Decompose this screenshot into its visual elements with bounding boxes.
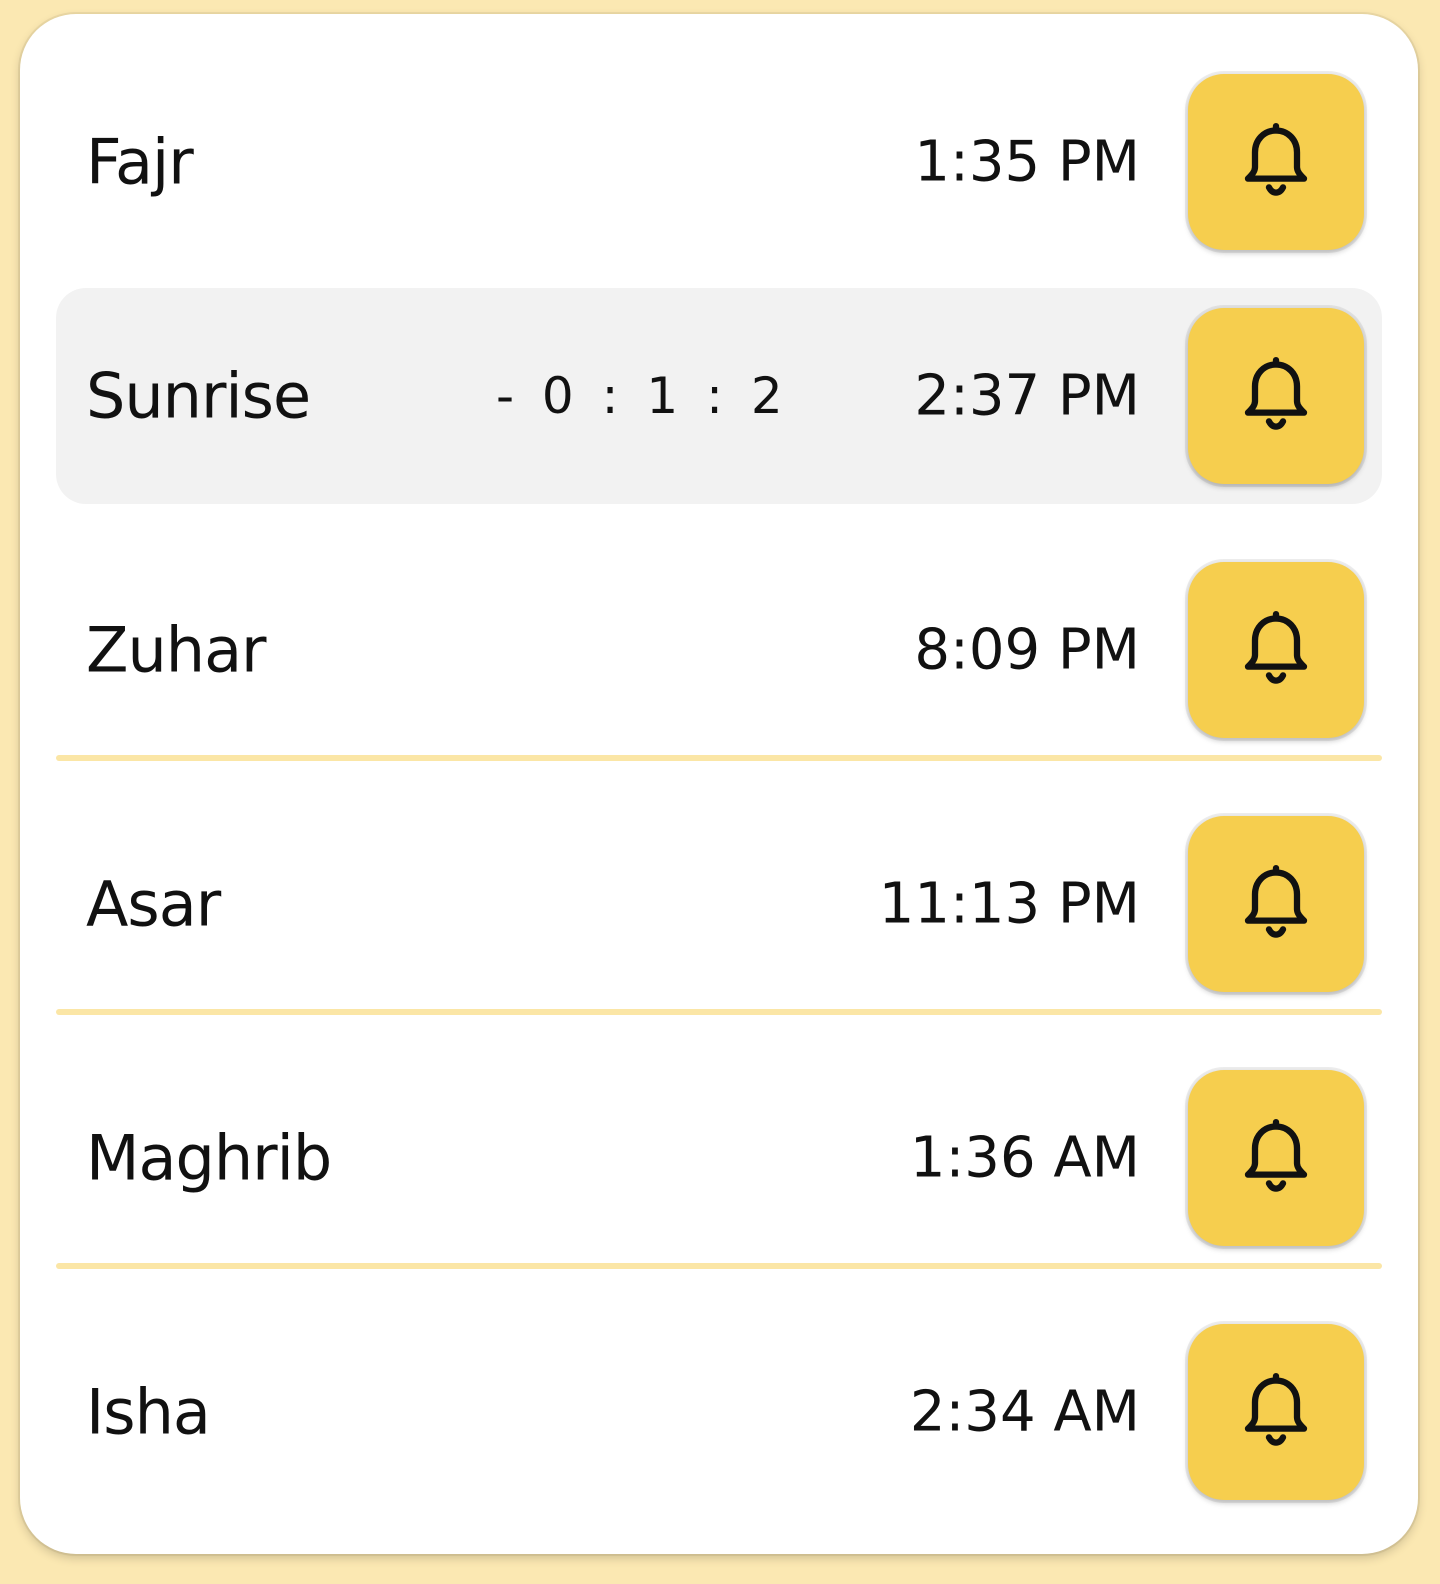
prayer-time: 1:35 PM [914,129,1140,195]
prayer-row-asar: Asar 11:13 PM [56,796,1382,1015]
notification-toggle-button-zuhar[interactable] [1188,562,1364,738]
prayer-times-card: Fajr 1:35 PM Sunrise - 0 : 1 : 2 2:37 PM… [20,14,1418,1554]
notification-toggle-button-maghrib[interactable] [1188,1070,1364,1246]
prayer-row-fajr: Fajr 1:35 PM [56,54,1382,270]
notification-toggle-button-sunrise[interactable] [1188,308,1364,484]
bell-icon [1244,1372,1308,1446]
notification-toggle-button-isha[interactable] [1188,1324,1364,1500]
prayer-name: Fajr [86,125,194,199]
prayer-time: 2:34 AM [909,1379,1140,1445]
prayer-name: Isha [86,1375,211,1449]
prayer-row-sunrise: Sunrise - 0 : 1 : 2 2:37 PM [56,288,1382,504]
prayer-name: Maghrib [86,1121,332,1195]
bell-icon [1244,610,1308,684]
bell-icon [1244,356,1308,430]
bell-icon [1244,864,1308,938]
prayer-name: Sunrise [86,359,311,433]
bell-icon [1244,122,1308,196]
prayer-time: 2:37 PM [914,363,1140,429]
prayer-name: Zuhar [86,613,267,687]
prayer-row-isha: Isha 2:34 AM [56,1304,1382,1520]
bell-icon [1244,1118,1308,1192]
prayer-time: 11:13 PM [878,871,1140,937]
prayer-row-zuhar: Zuhar 8:09 PM [56,542,1382,761]
countdown-timer: - 0 : 1 : 2 [496,367,789,425]
notification-toggle-button-fajr[interactable] [1188,74,1364,250]
notification-toggle-button-asar[interactable] [1188,816,1364,992]
prayer-time: 1:36 AM [909,1125,1140,1191]
prayer-time: 8:09 PM [914,617,1140,683]
prayer-row-maghrib: Maghrib 1:36 AM [56,1050,1382,1269]
prayer-name: Asar [86,867,221,941]
